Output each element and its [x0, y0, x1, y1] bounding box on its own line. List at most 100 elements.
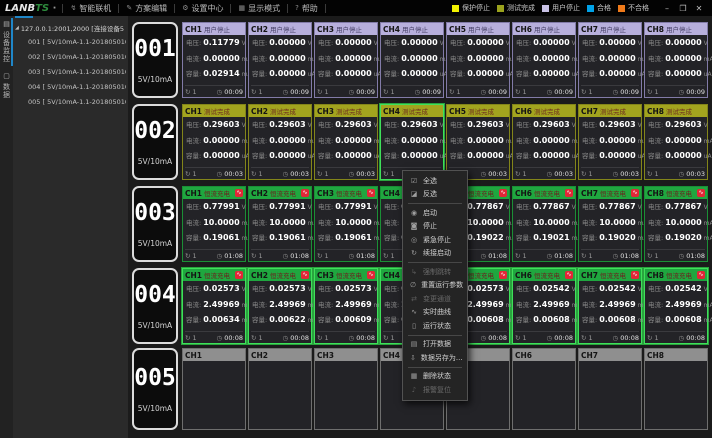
activity-tab-设备监控[interactable]: ▤设备监控 — [0, 16, 13, 68]
menu-item-启动[interactable]: ◉启动 — [403, 206, 467, 220]
time-value: 01:08 — [288, 252, 309, 260]
channel-card-002-CH3[interactable]: CH3测试完成电压:0.29603V电流:0.00000mA容量:0.00000… — [314, 104, 378, 180]
channel-status: 测试完成 — [336, 106, 362, 116]
device-tile-004[interactable]: 004 5V/10mA — [132, 268, 178, 344]
channel-card-003-CH2[interactable]: CH2恒流充电∿电压:0.77991V电流:10.0000mA容量:0.1906… — [248, 186, 312, 262]
restore-button[interactable]: ❐ — [675, 1, 691, 15]
device-number: 003 — [134, 202, 176, 225]
voltage-value: 0.11779 — [203, 38, 239, 47]
device-spec: 5V/10mA — [138, 157, 172, 166]
device-tile-002[interactable]: 0025V/10mA — [132, 104, 178, 180]
elapsed-time: ◷ 00:08 — [283, 334, 309, 342]
channel-card-004-CH1[interactable]: CH1恒流充电∿电压:0.02573V电流:2.49969mA容量:0.0063… — [182, 268, 246, 344]
tree-device-node[interactable]: 002 [ 5V/10mA-1.1-20180501002 ] — [15, 50, 126, 65]
current-unit: mA — [704, 138, 712, 145]
toolbar-separator — [325, 4, 326, 13]
channel-card-002-CH6[interactable]: CH6测试完成电压:0.29603V电流:0.00000mA容量:0.00000… — [512, 104, 576, 180]
toolbar-item-显示模式[interactable]: ▦显示模式 — [235, 0, 283, 16]
tree-device-node[interactable]: 001 [ 5V/10mA-1.1-20180501001 ] — [15, 35, 126, 50]
channel-card-001-CH8[interactable]: CH8用户停止电压:0.00000V电流:0.00000mA容量:0.00000… — [644, 22, 708, 98]
capacity-field: 容量:0.19061mAh — [252, 232, 309, 248]
menu-item-反选[interactable]: ◪反选 — [403, 188, 467, 202]
channel-card-002-CH1[interactable]: CH1测试完成电压:0.29603V电流:0.00000mA容量:0.00000… — [182, 104, 246, 180]
device-tile-001[interactable]: 0015V/10mA — [132, 22, 178, 98]
channel-card-001-CH3[interactable]: CH3用户停止电压:0.00000V电流:0.00000mA容量:0.00000… — [314, 22, 378, 98]
device-number: 004 — [134, 284, 176, 307]
menu-item-删除状态[interactable]: ▦删除状态 — [403, 370, 467, 384]
close-button[interactable]: ✕ — [691, 1, 707, 15]
channel-card-004-CH8[interactable]: CH8恒流充电∿电压:0.02542V电流:2.49969mA容量:0.0060… — [644, 268, 708, 344]
channel-name: CH3 — [317, 25, 334, 34]
time-value: 01:08 — [486, 252, 507, 260]
current-value: 2.49969 — [269, 300, 305, 309]
menu-item-全选[interactable]: ☑全选 — [403, 174, 467, 188]
voltage-field: 电压:0.02542V — [582, 283, 639, 299]
toolbar-item-设置中心[interactable]: ⚙设置中心 — [179, 0, 226, 16]
channel-card-header: CH5用户停止 — [447, 23, 509, 35]
tree-expand-icon[interactable]: ◢ — [15, 25, 19, 31]
channel-card-003-CH6[interactable]: CH6恒流充电∿电压:0.77867V电流:10.0000mA容量:0.1902… — [512, 186, 576, 262]
channel-card-footer: ↻ 1◷ 00:09 — [581, 85, 639, 97]
channel-card-003-CH7[interactable]: CH7恒流充电∿电压:0.77867V电流:10.0000mA容量:0.1902… — [578, 186, 642, 262]
channel-card-003-CH3[interactable]: CH3恒流充电∿电压:0.77991V电流:10.0000mA容量:0.1906… — [314, 186, 378, 262]
tree-root-node[interactable]: ◢ 127.0.0.1:2001,2000 [连接设备5 台] — [15, 20, 126, 35]
menu-item-数据另存为...[interactable]: ⇩数据另存为... — [403, 351, 467, 365]
capacity-field: 容量:0.00000uAh — [450, 68, 507, 84]
channel-card-002-CH4[interactable]: CH4测试完成电压:0.29603V电流:0.00000mA容量:0.00000… — [380, 104, 444, 180]
channel-card-001-CH7[interactable]: CH7用户停止电压:0.00000V电流:0.00000mA容量:0.00000… — [578, 22, 642, 98]
sidebar-scroll-indicator[interactable] — [15, 16, 33, 18]
menu-item-紧急停止[interactable]: ◎紧急停止 — [403, 233, 467, 247]
activity-tab-数据[interactable]: ▢数据 — [0, 68, 13, 104]
channel-card-005-CH1[interactable]: CH1 — [182, 348, 246, 430]
menu-item-重置运行参数[interactable]: ∅重置运行参数 — [403, 279, 467, 293]
voltage-unit: V — [374, 204, 378, 211]
elapsed-time: ◷ 00:08 — [679, 334, 705, 342]
channel-card-004-CH6[interactable]: CH6恒流充电∿电压:0.02542V电流:2.49969mA容量:0.0060… — [512, 268, 576, 344]
toolbar-item-智能联机[interactable]: ↯智能联机 — [67, 0, 114, 16]
channel-card-005-CH6[interactable]: CH6 — [512, 348, 576, 430]
channel-card-001-CH2[interactable]: CH2用户停止电压:0.00000V电流:0.00000mA容量:0.00000… — [248, 22, 312, 98]
channel-card-header: CH7测试完成 — [579, 105, 641, 117]
channel-card-004-CH3[interactable]: CH3恒流充电∿电压:0.02573V电流:2.49969mA容量:0.0060… — [314, 268, 378, 344]
voltage-label: 电压: — [186, 119, 201, 129]
tree-device-node[interactable]: 003 [ 5V/10mA-1.1-20180501003 ] — [15, 65, 126, 80]
channel-name: CH7 — [581, 189, 598, 198]
minimize-button[interactable]: – — [659, 1, 675, 15]
toolbar-item-方案编辑[interactable]: ✎方案编辑 — [123, 0, 170, 16]
channel-card-004-CH2[interactable]: CH2恒流充电∿电压:0.02573V电流:2.49969mA容量:0.0062… — [248, 268, 312, 344]
current-label: 电流: — [516, 135, 531, 145]
channel-card-001-CH5[interactable]: CH5用户停止电压:0.00000V电流:0.00000mA容量:0.00000… — [446, 22, 510, 98]
channel-card-005-CH7[interactable]: CH7 — [578, 348, 642, 430]
channel-card-002-CH2[interactable]: CH2测试完成电压:0.29603V电流:0.00000mA容量:0.00000… — [248, 104, 312, 180]
device-tile-003[interactable]: 0035V/10mA — [132, 186, 178, 262]
device-tile-005[interactable]: 0055V/10mA — [132, 348, 178, 430]
voltage-unit: V — [374, 122, 378, 129]
toolbar-item-帮助[interactable]: ?帮助 — [292, 0, 321, 16]
channel-card-001-CH6[interactable]: CH6用户停止电压:0.00000V电流:0.00000mA容量:0.00000… — [512, 22, 576, 98]
channel-card-002-CH7[interactable]: CH7测试完成电压:0.29603V电流:0.00000mA容量:0.00000… — [578, 104, 642, 180]
channel-card-003-CH1[interactable]: CH1恒流充电∿电压:0.77991V电流:10.0000mA容量:0.1906… — [182, 186, 246, 262]
channel-card-002-CH8[interactable]: CH8测试完成电压:0.29603V电流:0.00000mA容量:0.00000… — [644, 104, 708, 180]
voltage-value: 0.02542 — [665, 284, 701, 293]
tree-device-node[interactable]: 004 [ 5V/10mA-1.1-20180501004 ] — [15, 80, 126, 95]
menu-item-运行状态[interactable]: ▯运行状态 — [403, 319, 467, 333]
device-spec: 5V/10mA — [138, 321, 172, 330]
menu-item-停止[interactable]: ◙停止 — [403, 220, 467, 234]
channel-card-005-CH2[interactable]: CH2 — [248, 348, 312, 430]
channel-card-005-CH8[interactable]: CH8 — [644, 348, 708, 430]
channel-card-001-CH1[interactable]: CH1用户停止电压:0.11779V电流:0.00000mA容量:0.02914… — [182, 22, 246, 98]
channel-card-004-CH7[interactable]: CH7恒流充电∿电压:0.02542V电流:2.49969mA容量:0.0060… — [578, 268, 642, 344]
current-value: 0.00000 — [665, 54, 701, 63]
menu-item-打开数据[interactable]: ▤打开数据 — [403, 338, 467, 352]
channel-status: 恒流充电 — [468, 188, 494, 198]
tree-device-node[interactable]: 005 [ 5V/10mA-1.1-20180501005 ] — [15, 95, 126, 110]
menu-item-续接启动[interactable]: ↻续接启动 — [403, 247, 467, 261]
channel-card-005-CH3[interactable]: CH3 — [314, 348, 378, 430]
channel-card-001-CH4[interactable]: CH4用户停止电压:0.00000V电流:0.00000mA容量:0.00000… — [380, 22, 444, 98]
channel-card-002-CH5[interactable]: CH5测试完成电压:0.29603V电流:0.00000mA容量:0.00000… — [446, 104, 510, 180]
channel-card-003-CH8[interactable]: CH8恒流充电∿电压:0.77867V电流:10.0000mA容量:0.1902… — [644, 186, 708, 262]
monitor-icon: ▤ — [3, 20, 10, 28]
voltage-field: 电压:0.29603V — [252, 119, 309, 135]
current-value: 0.00000 — [269, 136, 305, 145]
menu-item-实时曲线[interactable]: ∿实时曲线 — [403, 306, 467, 320]
